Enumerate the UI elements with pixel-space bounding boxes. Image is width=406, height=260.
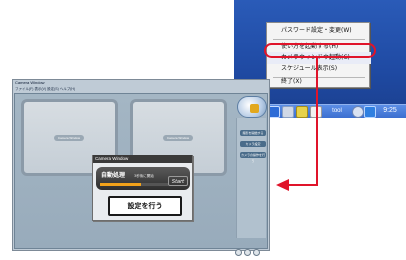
right-pane-label: Camera Window bbox=[163, 135, 193, 141]
window-title: Camera Window bbox=[15, 80, 45, 85]
menu-bar[interactable]: ファイル(F) 表示(V) 設定(S) ヘルプ(H) bbox=[13, 86, 269, 92]
pen-icon[interactable] bbox=[282, 106, 294, 118]
start-button[interactable]: Start bbox=[168, 176, 188, 186]
auto-process-hint: 3秒後に開始 bbox=[134, 174, 154, 178]
auto-process-label: 自動処理 bbox=[101, 172, 126, 179]
menu-divider bbox=[273, 39, 365, 40]
arrow-line-vertical bbox=[316, 58, 318, 185]
menu-item-exit[interactable]: 終了(X) bbox=[267, 76, 371, 88]
menu-item-schedule[interactable]: スケジュール表示(S) bbox=[267, 63, 371, 75]
settings-button[interactable]: 設定を行う bbox=[108, 196, 182, 216]
side-panel bbox=[236, 118, 266, 238]
camera-dialog-title: Camera Window bbox=[93, 155, 192, 163]
nav-forward-icon[interactable] bbox=[253, 249, 260, 256]
countdown-progress-fill bbox=[100, 183, 141, 186]
clock[interactable]: 9:25 bbox=[376, 104, 404, 118]
logo-mark-icon bbox=[250, 104, 259, 113]
arrow-head-icon bbox=[276, 179, 289, 191]
network-icon[interactable] bbox=[352, 106, 364, 118]
nav-home-icon[interactable] bbox=[244, 249, 251, 256]
side-button-operate[interactable]: カメラの操作を行う bbox=[240, 152, 266, 163]
nav-back-icon[interactable] bbox=[235, 249, 242, 256]
highlight-ring bbox=[264, 43, 376, 58]
menu-item-password[interactable]: パスワード設定・変更(W) bbox=[267, 25, 371, 37]
side-button-start[interactable]: 撮影を開始する bbox=[240, 130, 266, 136]
app-tray-icon[interactable] bbox=[296, 106, 308, 118]
arrow-line-horizontal bbox=[288, 184, 318, 186]
left-pane-label: Camera Window bbox=[54, 135, 84, 141]
volume-icon[interactable] bbox=[364, 106, 376, 118]
side-button-settings[interactable]: カメラ設定 bbox=[240, 141, 266, 147]
tray-tool-label[interactable]: tool bbox=[326, 104, 348, 118]
